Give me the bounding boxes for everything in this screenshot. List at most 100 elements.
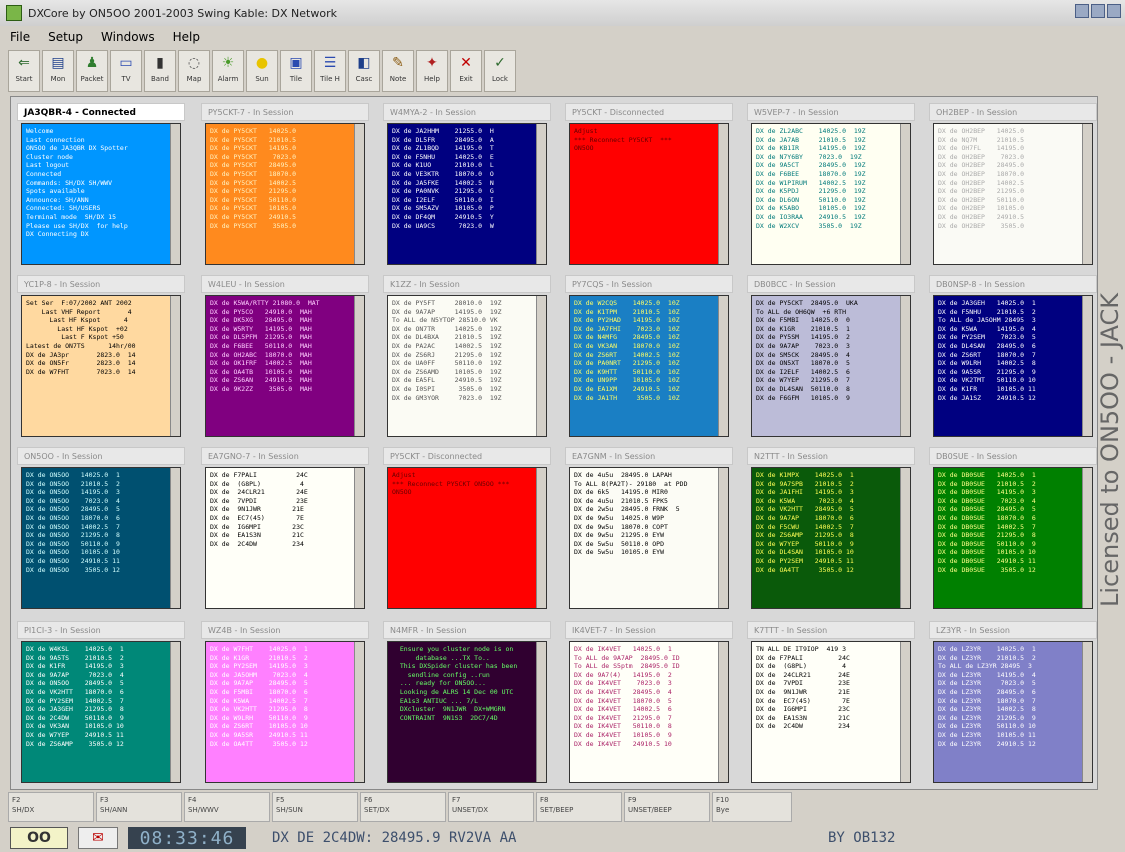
toolbar-button-tv[interactable]: ▭ TV (110, 50, 142, 92)
cluster-window-title[interactable]: DB0BCC - In Session (747, 275, 915, 293)
menu-windows[interactable]: Windows (101, 30, 155, 44)
close-icon[interactable] (1107, 4, 1121, 18)
cluster-window[interactable]: DB0SUE - In Session DX de DB0SUE 14025.0 … (929, 447, 1097, 612)
cluster-window-output[interactable]: DX de 4u5u 28495.0 LAPAH To ALL 8(PA2T)- … (569, 467, 729, 609)
cluster-window-title[interactable]: DB0NSP-8 - In Session (929, 275, 1097, 293)
scrollbar[interactable] (900, 124, 910, 264)
toolbar-button-band[interactable]: ▮ Band (144, 50, 176, 92)
cluster-window[interactable]: N2TTT - In Session DX de K1MPX 14025.0 1D… (747, 447, 915, 612)
connection-indicator[interactable]: OO (10, 827, 68, 849)
cluster-window-output[interactable]: DX de K5WA/RTTY 21080.0 MAT DX de PY5CO 2… (205, 295, 365, 437)
minimize-icon[interactable] (1075, 4, 1089, 18)
scrollbar[interactable] (900, 642, 910, 782)
function-key-f6[interactable]: F6 SET/DX (360, 792, 446, 822)
cluster-window[interactable]: PY7CQS - In Session DX de W2CQS 14025.0 1… (565, 275, 733, 440)
menu-help[interactable]: Help (173, 30, 200, 44)
cluster-window-output[interactable]: Adjust *** Reconnect PY5CKT ON5OO *** ON5O… (387, 467, 547, 609)
cluster-window-title[interactable]: LZ3YR - In Session (929, 621, 1097, 639)
cluster-window-title[interactable]: K7TTT - In Session (747, 621, 915, 639)
cluster-window-output[interactable]: DX de W7FHT 14025.0 1 DX de K1GR 21010.5 … (205, 641, 365, 783)
cluster-window[interactable]: N4MFR - In Session Ensure you cluster no… (383, 621, 551, 786)
scrollbar[interactable] (170, 124, 180, 264)
cluster-window-title[interactable]: OH2BEP - In Session (929, 103, 1097, 121)
toolbar-button-exit[interactable]: ✕ Exit (450, 50, 482, 92)
cluster-window-title[interactable]: PY5CKT - Disconnected (565, 103, 733, 121)
cluster-window-title[interactable]: W5VEP-7 - In Session (747, 103, 915, 121)
cluster-window[interactable]: PI1CI-3 - In Session DX de W4KSL 14025.0 … (17, 621, 185, 786)
toolbar-button-sun[interactable]: ● Sun (246, 50, 278, 92)
scrollbar[interactable] (536, 642, 546, 782)
cluster-window[interactable]: W5VEP-7 - In Session DX de ZL2ABC 14025.0… (747, 103, 915, 268)
cluster-window-title[interactable]: W4LEU - In Session (201, 275, 369, 293)
toolbar-button-tile-h[interactable]: ☰ Tile H (314, 50, 346, 92)
function-key-f3[interactable]: F3 SH/ANN (96, 792, 182, 822)
cluster-window-title[interactable]: PI1CI-3 - In Session (17, 621, 185, 639)
cluster-window-title[interactable]: W4MYA-2 - In Session (383, 103, 551, 121)
scrollbar[interactable] (1082, 642, 1092, 782)
scrollbar[interactable] (170, 642, 180, 782)
cluster-window[interactable]: PY5CKT - Disconnected Adjust *** Reconnect… (565, 103, 733, 268)
cluster-window[interactable]: ON5OO - In Session DX de ON5OO 14025.0 1D… (17, 447, 185, 612)
scrollbar[interactable] (900, 296, 910, 436)
cluster-window-title[interactable]: DB0SUE - In Session (929, 447, 1097, 465)
cluster-window-output[interactable]: DX de LZ3YR 14025.0 1 DX de LZ3YR 21010.5… (933, 641, 1093, 783)
cluster-window-output[interactable]: Ensure you cluster node is on database .… (387, 641, 547, 783)
cluster-window-output[interactable]: DX de JA3GEH 14025.0 1 DX de F5NHU 21010.… (933, 295, 1093, 437)
cluster-window-output[interactable]: DX de K1MPX 14025.0 1 DX de 9A7SPB 21010.… (751, 467, 911, 609)
scrollbar[interactable] (718, 124, 728, 264)
function-key-f8[interactable]: F8 SET/BEEP (536, 792, 622, 822)
cluster-window-output[interactable]: DX de PY5CKT 14025.0 DX de PY5CKT 21010.5… (205, 123, 365, 265)
cluster-window-output[interactable]: DX de OH2BEP 14025.0 DX de NQ7M 21010.5 DX… (933, 123, 1093, 265)
toolbar-button-tile[interactable]: ▣ Tile (280, 50, 312, 92)
cluster-window-output[interactable]: DX de W2CQS 14025.0 10Z DX de K1TPM 21010… (569, 295, 729, 437)
cluster-window-output[interactable]: Adjust *** Reconnect PY5CKT *** ON5OO (569, 123, 729, 265)
scrollbar[interactable] (1082, 124, 1092, 264)
scrollbar[interactable] (900, 468, 910, 608)
cluster-window[interactable]: WZ4B - In Session DX de W7FHT 14025.0 1 DX… (201, 621, 369, 786)
cluster-window-output[interactable]: TN ALL DE IT9IOP 419 3 DX de F7PALI 24C DX… (751, 641, 911, 783)
toolbar-button-alarm[interactable]: ☀ Alarm (212, 50, 244, 92)
cluster-window-title[interactable]: PY5CKT - Disconnected (383, 447, 551, 465)
cluster-window-title[interactable]: EA7GNM - In Session (565, 447, 733, 465)
scrollbar[interactable] (718, 296, 728, 436)
cluster-window-title[interactable]: N4MFR - In Session (383, 621, 551, 639)
scrollbar[interactable] (1082, 468, 1092, 608)
cluster-window[interactable]: PY5CKT-7 - In Session DX de PY5CKT 14025.… (201, 103, 369, 268)
cluster-window-title[interactable]: K1ZZ - In Session (383, 275, 551, 293)
toolbar-button-packet[interactable]: ♟ Packet (76, 50, 108, 92)
cluster-window[interactable]: W4LEU - In Session DX de K5WA/RTTY 21080.… (201, 275, 369, 440)
scrollbar[interactable] (354, 124, 364, 264)
cluster-window[interactable]: K7TTT - In Session TN ALL DE IT9IOP 419 3… (747, 621, 915, 786)
cluster-window-title[interactable]: PY5CKT-7 - In Session (201, 103, 369, 121)
cluster-window[interactable]: W4MYA-2 - In Session DX de JA2HHM 21255.0… (383, 103, 551, 268)
function-key-f4[interactable]: F4 SH/WWV (184, 792, 270, 822)
scrollbar[interactable] (170, 468, 180, 608)
cluster-window[interactable]: EA7GNM - In Session DX de 4u5u 28495.0 LA… (565, 447, 733, 612)
scrollbar[interactable] (354, 468, 364, 608)
toolbar-button-note[interactable]: ✎ Note (382, 50, 414, 92)
cluster-window-title[interactable]: YC1P-8 - In Session (17, 275, 185, 293)
cluster-window-output[interactable]: DX de IK4VET 14025.0 1 To ALL de 9A7AP 28… (569, 641, 729, 783)
function-key-f9[interactable]: F9 UNSET/BEEP (624, 792, 710, 822)
cluster-window-title[interactable]: WZ4B - In Session (201, 621, 369, 639)
scrollbar[interactable] (536, 296, 546, 436)
toolbar-button-lock[interactable]: ✓ Lock (484, 50, 516, 92)
cluster-window[interactable]: YC1P-8 - In Session Set Ser F:07/2002 ANT… (17, 275, 185, 440)
function-key-f10[interactable]: F10 Bye (712, 792, 792, 822)
cluster-window-output[interactable]: Welcome Last connection ON5OO de JA3QBR DX… (21, 123, 181, 265)
menu-setup[interactable]: Setup (48, 30, 83, 44)
cluster-window-title[interactable]: EA7GNO-7 - In Session (201, 447, 369, 465)
maximize-icon[interactable] (1091, 4, 1105, 18)
toolbar-button-mon[interactable]: ▤ Mon (42, 50, 74, 92)
toolbar-button-help[interactable]: ✦ Help (416, 50, 448, 92)
scrollbar[interactable] (170, 296, 180, 436)
scrollbar[interactable] (718, 642, 728, 782)
cluster-window-title[interactable]: ON5OO - In Session (17, 447, 185, 465)
cluster-window[interactable]: K1ZZ - In Session DX de PY5FT 28010.0 19Z… (383, 275, 551, 440)
cluster-window[interactable]: OH2BEP - In Session DX de OH2BEP 14025.0 D… (929, 103, 1097, 268)
cluster-window[interactable]: JA3QBR-4 - Connected Welcome Last connecti… (17, 103, 185, 268)
cluster-window[interactable]: PY5CKT - Disconnected Adjust *** Reconnect… (383, 447, 551, 612)
scrollbar[interactable] (536, 468, 546, 608)
menu-file[interactable]: File (10, 30, 30, 44)
scrollbar[interactable] (718, 468, 728, 608)
